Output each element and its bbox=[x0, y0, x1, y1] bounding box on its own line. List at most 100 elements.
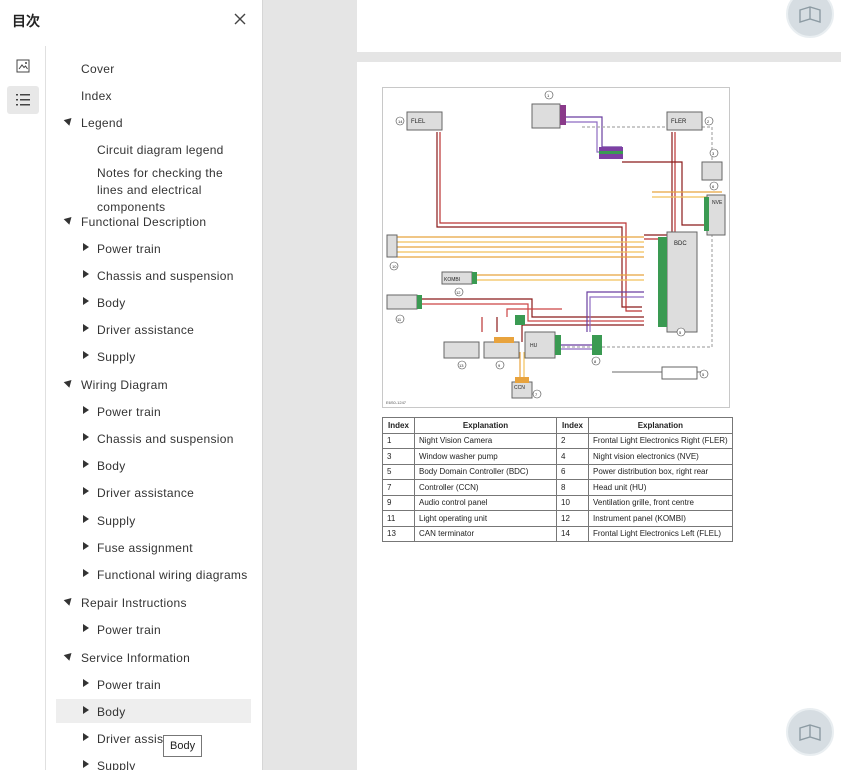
toc-item-label: Body bbox=[97, 459, 126, 473]
toc-item[interactable]: Legend bbox=[56, 110, 251, 134]
caret-expanded-icon[interactable] bbox=[63, 115, 75, 126]
table-cell-explanation: Frontal Light Electronics Right (FLER) bbox=[588, 432, 733, 449]
caret-collapsed-icon[interactable] bbox=[83, 297, 89, 305]
table-cell-index: 8 bbox=[556, 479, 589, 496]
table-row: 7 Controller (CCN) 8 Head unit (HU) bbox=[382, 479, 733, 496]
toc-item[interactable]: Index bbox=[56, 83, 251, 107]
index-table: Index Explanation Index Explanation 1 Nig… bbox=[382, 417, 733, 542]
toc-item[interactable]: Wiring Diagram bbox=[56, 372, 251, 396]
toc-item[interactable]: Service Information bbox=[56, 645, 251, 669]
table-cell-index: 9 bbox=[382, 494, 415, 511]
toc-item[interactable]: Power train bbox=[56, 617, 251, 641]
outline-list-icon[interactable] bbox=[7, 86, 39, 114]
table-cell-index: 6 bbox=[556, 463, 589, 480]
toc-item-label: Wiring Diagram bbox=[81, 378, 168, 392]
caret-expanded-icon[interactable] bbox=[63, 214, 75, 225]
table-cell-explanation: Night vision electronics (NVE) bbox=[588, 448, 733, 465]
thumbnails-icon[interactable] bbox=[7, 52, 39, 80]
header-index: Index bbox=[382, 417, 415, 434]
book-globe-logo-icon bbox=[786, 708, 834, 756]
toc-item[interactable]: Driver assistance bbox=[56, 317, 251, 341]
toc-item[interactable]: Body bbox=[56, 290, 251, 314]
caret-expanded-icon[interactable] bbox=[63, 377, 75, 388]
toc-item-label: Functional Description bbox=[81, 215, 207, 229]
toc-item[interactable]: Body bbox=[56, 453, 251, 477]
toc-item[interactable]: Power train bbox=[56, 236, 251, 260]
toc-item-label: Supply bbox=[97, 759, 136, 770]
table-cell-index: 2 bbox=[556, 432, 589, 449]
table-cell-explanation: Night Vision Camera bbox=[414, 432, 557, 449]
caret-expanded-icon[interactable] bbox=[63, 650, 75, 661]
table-cell-index: 13 bbox=[382, 525, 415, 542]
toc-item[interactable]: Repair Instructions bbox=[56, 590, 251, 614]
caret-collapsed-icon[interactable] bbox=[83, 760, 89, 768]
toc-item[interactable]: Functional Description bbox=[56, 209, 251, 233]
toc-item-label: Fuse assignment bbox=[97, 541, 193, 555]
caret-collapsed-icon[interactable] bbox=[83, 542, 89, 550]
toc-item[interactable]: Power train bbox=[56, 399, 251, 423]
table-cell-index: 12 bbox=[556, 510, 589, 527]
toc-item[interactable]: Driver assistance bbox=[56, 726, 251, 750]
caret-collapsed-icon[interactable] bbox=[83, 733, 89, 741]
caret-collapsed-icon[interactable] bbox=[83, 706, 89, 714]
caret-collapsed-icon[interactable] bbox=[83, 569, 89, 577]
close-icon[interactable] bbox=[230, 9, 250, 29]
caret-collapsed-icon[interactable] bbox=[83, 270, 89, 278]
toc-item[interactable]: Functional wiring diagrams bbox=[56, 562, 251, 586]
caret-expanded-icon[interactable] bbox=[63, 595, 75, 606]
book-globe-logo-icon bbox=[786, 0, 834, 38]
table-of-contents: Cover Index Legend Circuit diagram legend No… bbox=[46, 56, 262, 770]
caret-collapsed-icon[interactable] bbox=[83, 324, 89, 332]
svg-text:FLER: FLER bbox=[671, 119, 687, 125]
caret-collapsed-icon[interactable] bbox=[83, 406, 89, 414]
toc-item-label: Repair Instructions bbox=[81, 596, 187, 610]
toc-item[interactable]: Power train bbox=[56, 672, 251, 696]
caret-collapsed-icon[interactable] bbox=[83, 351, 89, 359]
toc-item-label: Power train bbox=[97, 242, 161, 256]
table-cell-index: 4 bbox=[556, 448, 589, 465]
caret-collapsed-icon[interactable] bbox=[83, 460, 89, 468]
table-row: 3 Window washer pump 4 Night vision electro… bbox=[382, 448, 733, 465]
toc-item[interactable]: Supply bbox=[56, 344, 251, 368]
toc-item-label: Supply bbox=[97, 350, 136, 364]
toc-item-label: Cover bbox=[81, 62, 115, 76]
table-cell-explanation: Power distribution box, right rear bbox=[588, 463, 733, 480]
wiring-diagram-graphic: FLEL 14 FLER 2 1 3 6 NVE BDC 5 10 KOMBI … bbox=[386, 90, 726, 405]
table-row: 1 Night Vision Camera 2 Frontal Light Elect… bbox=[382, 432, 733, 449]
toc-item-label: Chassis and suspension bbox=[97, 432, 234, 446]
table-cell-index: 7 bbox=[382, 479, 415, 496]
pdf-viewer-app: 目次 Cover Index Legend Circuit diagram le… bbox=[0, 0, 841, 770]
toc-item[interactable]: Driver assistance bbox=[56, 480, 251, 504]
toc-item[interactable]: Cover bbox=[56, 56, 251, 80]
table-row: 13 CAN terminator 14 Frontal Light Electron… bbox=[382, 525, 733, 542]
document-viewer[interactable]: FLEL 14 FLER 2 1 3 6 NVE BDC 5 10 KOMBI … bbox=[263, 0, 841, 770]
toc-item[interactable]: Supply bbox=[56, 753, 251, 770]
table-cell-explanation: Body Domain Controller (BDC) bbox=[414, 463, 557, 480]
toc-item-label: Power train bbox=[97, 623, 161, 637]
toc-item-label: Supply bbox=[97, 514, 136, 528]
toc-item-label: Body bbox=[97, 705, 126, 719]
toc-item[interactable]: Supply bbox=[56, 508, 251, 532]
toc-item[interactable]: Chassis and suspension bbox=[56, 263, 251, 287]
caret-collapsed-icon[interactable] bbox=[83, 679, 89, 687]
toc-item[interactable]: Chassis and suspension bbox=[56, 426, 251, 450]
toc-item-label: Index bbox=[81, 89, 112, 103]
toc-item[interactable]: Notes for checking the lines and electri… bbox=[56, 164, 251, 214]
header-explanation: Explanation bbox=[588, 417, 733, 434]
table-cell-explanation: Ventilation grille, front centre bbox=[588, 494, 733, 511]
svg-text:14: 14 bbox=[398, 119, 403, 124]
panel-toolbar bbox=[0, 46, 46, 770]
caret-collapsed-icon[interactable] bbox=[83, 433, 89, 441]
caret-collapsed-icon[interactable] bbox=[83, 243, 89, 251]
caret-collapsed-icon[interactable] bbox=[83, 515, 89, 523]
table-header-row: Index Explanation Index Explanation bbox=[382, 417, 733, 434]
toc-item[interactable]: Circuit diagram legend bbox=[56, 137, 251, 161]
table-cell-explanation: Head unit (HU) bbox=[588, 479, 733, 496]
table-cell-explanation: Controller (CCN) bbox=[414, 479, 557, 496]
toc-item[interactable]: Body bbox=[56, 699, 251, 723]
svg-text:HU: HU bbox=[530, 343, 538, 349]
caret-collapsed-icon[interactable] bbox=[83, 487, 89, 495]
toc-item[interactable]: Fuse assignment bbox=[56, 535, 251, 559]
caret-collapsed-icon[interactable] bbox=[83, 624, 89, 632]
toc-item-label: Circuit diagram legend bbox=[97, 143, 224, 157]
